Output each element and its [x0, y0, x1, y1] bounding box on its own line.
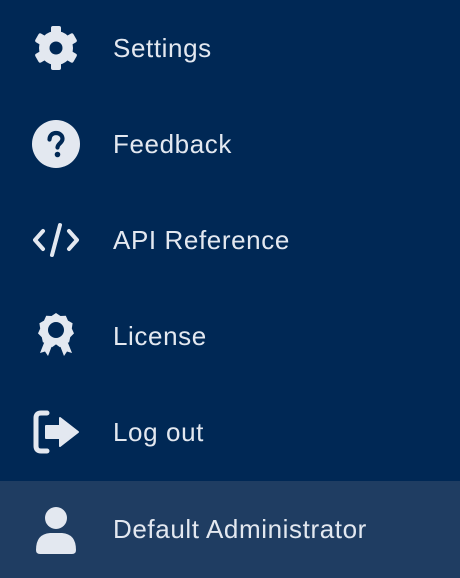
menu-item-license[interactable]: License	[0, 288, 460, 384]
menu-item-log-out[interactable]: Log out	[0, 384, 460, 480]
gear-icon	[32, 24, 80, 72]
menu-item-label: Log out	[113, 416, 204, 447]
account-menu: Settings Feedback API Reference License …	[0, 0, 460, 578]
menu-item-api-reference[interactable]: API Reference	[0, 192, 460, 288]
menu-item-settings[interactable]: Settings	[0, 0, 460, 96]
question-circle-icon	[32, 120, 80, 168]
menu-item-feedback[interactable]: Feedback	[0, 96, 460, 192]
code-icon	[32, 216, 80, 264]
logout-icon	[32, 408, 80, 456]
menu-item-label: Feedback	[113, 128, 232, 159]
menu-item-current-user[interactable]: Default Administrator	[0, 481, 460, 578]
current-user-name: Default Administrator	[113, 514, 367, 544]
menu-item-label: API Reference	[113, 224, 290, 255]
menu-item-label: Settings	[113, 32, 212, 63]
menu-item-label: License	[113, 320, 207, 351]
award-badge-icon	[32, 312, 80, 360]
user-icon	[32, 506, 80, 554]
